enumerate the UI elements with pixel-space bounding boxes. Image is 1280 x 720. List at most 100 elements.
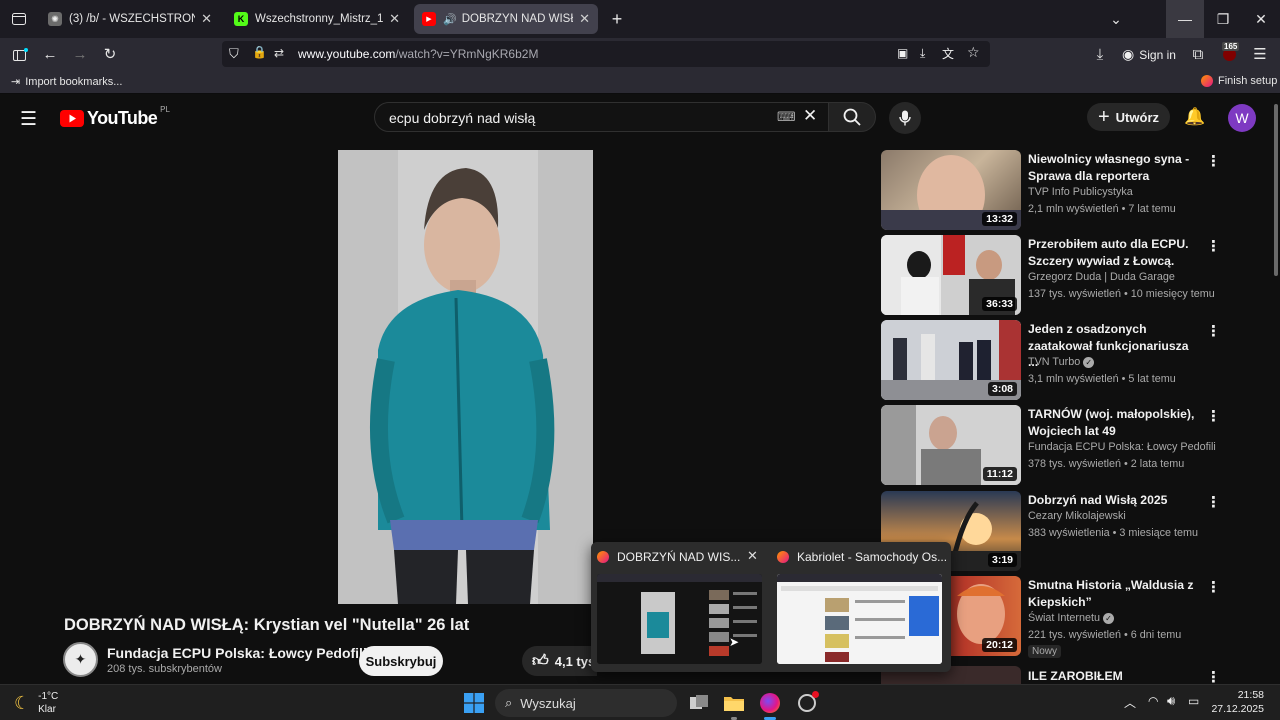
youtube-logo-text: YouTube	[87, 108, 158, 128]
clear-search-icon[interactable]: ✕	[803, 106, 817, 126]
search-query-text: ecpu dobrzyń nad wisłą	[389, 110, 536, 126]
channel-avatar[interactable]: ✦	[63, 642, 98, 677]
subscribe-button[interactable]: Subskrybuj	[359, 646, 443, 676]
file-explorer-icon[interactable]	[721, 690, 747, 716]
recommendation-item[interactable]: 11:12 TARNÓW (woj. małopolskie), Wojciec…	[881, 405, 1221, 485]
sign-in-button[interactable]: ◉ Sign in	[1122, 46, 1176, 63]
minimize-button[interactable]: —	[1166, 0, 1204, 38]
tab-overview-icon[interactable]	[0, 0, 38, 38]
more-options-icon[interactable]: ⋮	[1206, 237, 1221, 255]
recommendation-item[interactable]: 13:32 Niewolnicy własnego syna - Sprawa …	[881, 150, 1221, 230]
video-duration: 3:19	[987, 553, 1017, 567]
reload-icon[interactable]: ↻	[99, 43, 121, 65]
video-thumbnail[interactable]: 3:08	[881, 320, 1021, 400]
app-taskbar-icon[interactable]	[794, 690, 820, 716]
video-channel[interactable]: Świat Internetu ✓	[1028, 612, 1115, 624]
preview-window-kabriolet[interactable]: Kabriolet - Samochody Os...	[771, 542, 947, 672]
microphone-icon	[899, 110, 911, 126]
downloads-icon[interactable]: ⤓	[1089, 43, 1111, 65]
app-menu-icon[interactable]: ☰	[1249, 43, 1271, 65]
create-button[interactable]: + Utwórz	[1087, 103, 1170, 131]
forward-arrow-icon[interactable]: →	[69, 43, 91, 65]
more-options-icon[interactable]: ⋮	[1206, 578, 1221, 596]
taskbar-search-box[interactable]: ⌕ Wyszukaj	[495, 689, 677, 717]
video-meta: 137 tys. wyświetleń • 10 miesięcy temu	[1028, 288, 1215, 300]
finish-setup-button[interactable]: Finish setup	[1201, 75, 1277, 87]
close-tab-icon[interactable]: ✕	[201, 11, 212, 27]
more-options-icon[interactable]: ⋮	[1206, 407, 1221, 425]
close-window-button[interactable]: ✕	[1242, 0, 1280, 38]
extensions-icon[interactable]: ⧉	[1187, 43, 1209, 65]
video-title[interactable]: Dobrzyń nad Wisłą 2025	[1028, 492, 1198, 509]
video-frame-person	[338, 150, 593, 604]
video-channel[interactable]: Cezary Mikolajewski	[1028, 510, 1126, 522]
hamburger-menu-icon[interactable]: ☰	[20, 108, 37, 131]
more-options-icon[interactable]: ⋮	[1206, 493, 1221, 511]
sidebar-toggle-icon[interactable]	[9, 43, 31, 65]
voice-search-button[interactable]	[889, 102, 921, 134]
shield-icon[interactable]: ⛉	[229, 46, 239, 62]
avatar[interactable]: W	[1228, 104, 1256, 132]
weather-widget[interactable]: ☾ -1°C Klar	[14, 690, 58, 716]
more-options-icon[interactable]: ⋮	[1206, 668, 1221, 684]
translate-icon[interactable]: 文	[942, 45, 954, 62]
task-view-icon[interactable]	[686, 690, 712, 716]
video-title[interactable]: Przerobiłem auto dla ECPU. Szczery wywia…	[1028, 236, 1198, 269]
browser-tab-2[interactable]: K Wszechstronny_Mistrz_1993 Str ✕	[226, 4, 408, 34]
video-player[interactable]	[338, 150, 593, 604]
channel-name-link[interactable]: Fundacja ECPU Polska: Łowcy Pedofili	[107, 645, 367, 661]
recommendation-item[interactable]: 3:08 Jeden z osadzonych zaatakował funkc…	[881, 320, 1221, 400]
preview-window-youtube[interactable]: DOBRZYŃ NAD WIS... ✕ ➤	[591, 542, 763, 672]
speaker-icon[interactable]: 🔊	[443, 13, 457, 26]
lock-icon[interactable]: 🔒	[252, 45, 267, 59]
new-tab-plus-icon[interactable]: +	[598, 0, 636, 38]
video-channel[interactable]: Grzegorz Duda | Duda Garage	[1028, 271, 1175, 283]
volume-icon[interactable]: 🔊︎	[1167, 693, 1175, 709]
video-channel[interactable]: TVP Info Publicystyka	[1028, 186, 1133, 198]
video-meta: 383 wyświetlenia • 3 miesiące temu	[1028, 527, 1199, 539]
new-badge: Nowy	[1028, 645, 1062, 658]
firefox-taskbar-icon[interactable]	[757, 690, 783, 716]
video-thumbnail[interactable]: 11:12	[881, 405, 1021, 485]
more-options-icon[interactable]: ⋮	[1206, 152, 1221, 170]
import-bookmarks-button[interactable]: ⇥ Import bookmarks...	[11, 75, 122, 89]
battery-icon[interactable]: ▭	[1188, 694, 1199, 708]
video-meta: 2,1 mln wyświetleń • 7 lat temu	[1028, 203, 1176, 215]
url-bar[interactable]: ⛉ 🔒 ⇄ www.youtube.com/watch?v=YRmNgKR6b2…	[222, 41, 990, 67]
video-thumbnail[interactable]: 13:32	[881, 150, 1021, 230]
permissions-icon[interactable]: ⇄	[274, 46, 284, 60]
show-hidden-icons-chevron[interactable]: ︿	[1124, 694, 1136, 711]
video-thumbnail[interactable]: 36:33	[881, 235, 1021, 315]
clock[interactable]: 21:58 27.12.2025	[1210, 688, 1264, 716]
video-title[interactable]: Niewolnicy własnego syna - Sprawa dla re…	[1028, 151, 1198, 184]
browser-tab-3-active[interactable]: ▶ 🔊 DOBRZYŃ NAD WISŁĄ: Kry ✕	[414, 4, 598, 34]
back-arrow-icon[interactable]: ←	[39, 43, 61, 65]
bookmark-star-icon[interactable]: ☆	[967, 44, 980, 61]
save-page-icon[interactable]: ⤓	[920, 46, 925, 61]
tab-list-chevron-icon[interactable]: ⌄	[1097, 0, 1135, 38]
keyboard-icon[interactable]: ⌨	[777, 109, 796, 125]
windows-start-icon[interactable]	[461, 690, 487, 716]
close-tab-icon[interactable]: ✕	[389, 11, 400, 27]
video-title[interactable]: ILE ZAROBIŁEM STREAMUJĄC	[1028, 668, 1198, 684]
search-input[interactable]: ecpu dobrzyń nad wisłą ⌨ ✕	[374, 102, 829, 132]
more-options-icon[interactable]: ⋮	[1206, 322, 1221, 340]
tab-title: DOBRZYŃ NAD WISŁĄ: Kry	[461, 13, 573, 25]
maximize-button[interactable]: ❐	[1204, 0, 1242, 38]
like-button[interactable]: 👍︎ 4,1 tys	[522, 646, 597, 676]
notifications-bell-icon[interactable]: 🔔	[1184, 107, 1205, 127]
reader-view-icon[interactable]: ▣	[897, 46, 908, 60]
page-scrollbar[interactable]	[1274, 104, 1278, 276]
recommendation-item[interactable]: 36:33 Przerobiłem auto dla ECPU. Szczery…	[881, 235, 1221, 315]
close-preview-icon[interactable]: ✕	[747, 548, 758, 564]
video-title[interactable]: Smutna Historia „Waldusia z Kiepskich”	[1028, 577, 1198, 610]
wifi-icon[interactable]: ◠	[1148, 694, 1158, 708]
url-text: www.youtube.com/watch?v=YRmNgKR6b2M	[298, 47, 538, 61]
video-channel[interactable]: TVN Turbo ✓	[1028, 356, 1095, 368]
close-tab-icon[interactable]: ✕	[579, 11, 590, 27]
video-channel[interactable]: Fundacja ECPU Polska: Łowcy Pedofili	[1028, 441, 1216, 453]
browser-tab-1[interactable]: ✺ (3) /b/ - WSZECHSTRONNYMISTRZ ✕	[40, 4, 220, 34]
youtube-logo[interactable]: YouTube PL	[60, 105, 170, 129]
video-title[interactable]: TARNÓW (woj. małopolskie), Wojciech lat …	[1028, 406, 1198, 439]
search-button[interactable]	[828, 102, 876, 132]
